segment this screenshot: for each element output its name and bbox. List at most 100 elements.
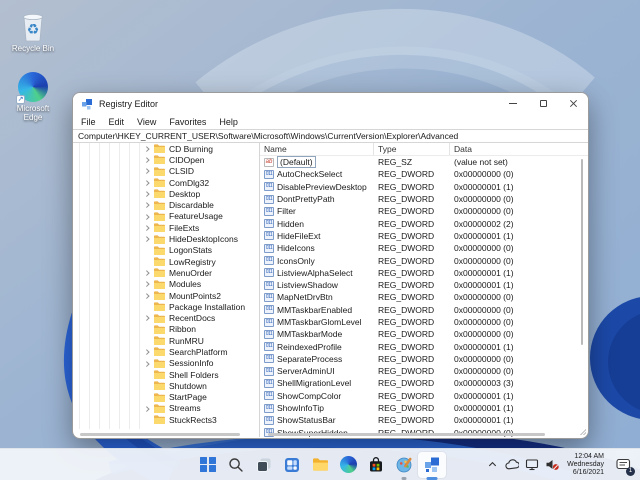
expand-chevron-icon[interactable]	[144, 146, 154, 152]
registry-value-row[interactable]: DontPrettyPath REG_DWORD 0x00000000 (0)	[260, 193, 588, 205]
tree-item[interactable]: RunMRU	[73, 335, 259, 346]
registry-value-row[interactable]: IconsOnly REG_DWORD 0x00000000 (0)	[260, 254, 588, 266]
start-button[interactable]	[194, 452, 222, 478]
edge-desktop-icon[interactable]: ↗ Microsoft Edge	[2, 68, 64, 122]
registry-value-row[interactable]: Hidden REG_DWORD 0x00000002 (2)	[260, 217, 588, 229]
expand-chevron-icon[interactable]	[144, 168, 154, 174]
hidden-icons-chevron-button[interactable]	[483, 452, 501, 478]
expand-chevron-icon[interactable]	[144, 180, 154, 186]
tree-item[interactable]: Discardable	[73, 199, 259, 210]
expand-chevron-icon[interactable]	[144, 191, 154, 197]
tree-item[interactable]: Shutdown	[73, 380, 259, 391]
edge-button[interactable]	[334, 452, 362, 478]
registry-value-row[interactable]: AutoCheckSelect REG_DWORD 0x00000000 (0)	[260, 168, 588, 180]
expand-chevron-icon[interactable]	[145, 305, 154, 309]
column-header-name[interactable]: Name	[260, 143, 374, 155]
titlebar[interactable]: Registry Editor	[73, 93, 588, 114]
tree-item[interactable]: MountPoints2	[73, 290, 259, 301]
widgets-button[interactable]	[278, 452, 306, 478]
tree-item[interactable]: Streams	[73, 403, 259, 414]
registry-value-row[interactable]: ReindexedProfile REG_DWORD 0x00000001 (1…	[260, 340, 588, 352]
tree-item[interactable]: CD Burning	[73, 143, 259, 154]
tree-horizontal-scrollbar[interactable]	[80, 433, 240, 436]
expand-chevron-icon[interactable]	[144, 213, 154, 219]
tree-item[interactable]: FeatureUsage	[73, 211, 259, 222]
expand-chevron-icon[interactable]	[144, 293, 154, 298]
registry-value-row[interactable]: SeparateProcess REG_DWORD 0x00000000 (0)	[260, 353, 588, 365]
list-horizontal-scrollbar[interactable]	[268, 433, 545, 436]
registry-value-row[interactable]: ShowInfoTip REG_DWORD 0x00000001 (1)	[260, 402, 588, 414]
close-button[interactable]	[558, 93, 588, 114]
tree-item[interactable]: Package Installation	[73, 301, 259, 312]
tree-item[interactable]: HideDesktopIcons	[73, 233, 259, 244]
tree-item[interactable]: SessionInfo	[73, 358, 259, 369]
registry-value-row[interactable]: HideFileExt REG_DWORD 0x00000001 (1)	[260, 230, 588, 242]
column-header-type[interactable]: Type	[374, 143, 450, 155]
registry-value-row[interactable]: ShowStatusBar REG_DWORD 0x00000001 (1)	[260, 414, 588, 426]
expand-chevron-icon[interactable]	[144, 405, 154, 411]
registry-value-row[interactable]: ListviewAlphaSelect REG_DWORD 0x00000001…	[260, 267, 588, 279]
expand-chevron-icon[interactable]	[144, 281, 154, 287]
address-bar[interactable]: Computer\HKEY_CURRENT_USER\Software\Micr…	[73, 129, 588, 143]
registry-value-row[interactable]: ShowCompColor REG_DWORD 0x00000001 (1)	[260, 390, 588, 402]
registry-value-row[interactable]: HideIcons REG_DWORD 0x00000000 (0)	[260, 242, 588, 254]
onedrive-tray-button[interactable]	[503, 452, 521, 478]
column-header-data[interactable]: Data	[450, 143, 588, 155]
tree-item[interactable]: Desktop	[73, 188, 259, 199]
expand-chevron-icon[interactable]	[145, 384, 154, 388]
menu-item[interactable]: View	[137, 117, 156, 127]
expand-chevron-icon[interactable]	[144, 349, 154, 355]
expand-chevron-icon[interactable]	[145, 339, 154, 343]
registry-value-row[interactable]: ServerAdminUI REG_DWORD 0x00000000 (0)	[260, 365, 588, 377]
expand-chevron-icon[interactable]	[144, 157, 154, 163]
registry-value-row[interactable]: (Default) REG_SZ (value not set)	[260, 156, 588, 169]
tree-item[interactable]: ComDlg32	[73, 177, 259, 188]
tree-item[interactable]: Ribbon	[73, 324, 259, 335]
task-view-button[interactable]	[250, 452, 278, 478]
tree-item[interactable]: StartPage	[73, 392, 259, 403]
tree-item[interactable]: LowRegistry	[73, 256, 259, 267]
registry-editor-taskbar-button[interactable]	[418, 451, 446, 478]
expand-chevron-icon[interactable]	[145, 328, 154, 332]
expand-chevron-icon[interactable]	[145, 373, 154, 377]
tree-item[interactable]: StuckRects3	[73, 414, 259, 425]
registry-value-row[interactable]: MMTaskbarMode REG_DWORD 0x00000000 (0)	[260, 328, 588, 340]
volume-tray-button[interactable]	[543, 452, 561, 478]
expand-chevron-icon[interactable]	[144, 360, 154, 366]
menu-item[interactable]: Help	[219, 117, 238, 127]
network-tray-button[interactable]	[523, 452, 541, 478]
expand-chevron-icon[interactable]	[144, 315, 154, 321]
tree-item[interactable]: CIDOpen	[73, 154, 259, 165]
tree-item[interactable]: Shell Folders	[73, 369, 259, 380]
maximize-button[interactable]	[528, 93, 558, 114]
registry-value-row[interactable]: ShellMigrationLevel REG_DWORD 0x00000003…	[260, 377, 588, 389]
minimize-button[interactable]	[498, 93, 528, 114]
paint-button[interactable]	[390, 452, 418, 478]
search-button[interactable]	[222, 452, 250, 478]
registry-value-row[interactable]: MapNetDrvBtn REG_DWORD 0x00000000 (0)	[260, 291, 588, 303]
menu-item[interactable]: File	[81, 117, 96, 127]
tree-item[interactable]: FileExts	[73, 222, 259, 233]
expand-chevron-icon[interactable]	[145, 260, 154, 264]
tree-item[interactable]: Modules	[73, 279, 259, 290]
expand-chevron-icon[interactable]	[144, 225, 154, 231]
expand-chevron-icon[interactable]	[145, 249, 154, 253]
menu-item[interactable]: Favorites	[169, 117, 206, 127]
expand-chevron-icon[interactable]	[145, 395, 154, 399]
microsoft-store-button[interactable]	[362, 452, 390, 478]
file-explorer-button[interactable]	[306, 452, 334, 478]
registry-value-row[interactable]: ListviewShadow REG_DWORD 0x00000001 (1)	[260, 279, 588, 291]
tree-item[interactable]: RecentDocs	[73, 312, 259, 323]
menu-item[interactable]: Edit	[109, 117, 125, 127]
tree-item[interactable]: LogonStats	[73, 245, 259, 256]
expand-chevron-icon[interactable]	[144, 236, 154, 242]
expand-chevron-icon[interactable]	[144, 270, 154, 276]
list-vertical-scrollbar[interactable]	[581, 159, 583, 345]
window-resize-grip[interactable]	[580, 429, 586, 435]
expand-chevron-icon[interactable]	[144, 202, 154, 208]
notification-center-button[interactable]: 1	[610, 452, 636, 478]
expand-chevron-icon[interactable]	[145, 418, 154, 422]
recycle-bin-desktop-icon[interactable]: ♻ Recycle Bin	[2, 8, 64, 53]
tree-item[interactable]: SearchPlatform	[73, 346, 259, 357]
registry-value-row[interactable]: DisablePreviewDesktop REG_DWORD 0x000000…	[260, 181, 588, 193]
